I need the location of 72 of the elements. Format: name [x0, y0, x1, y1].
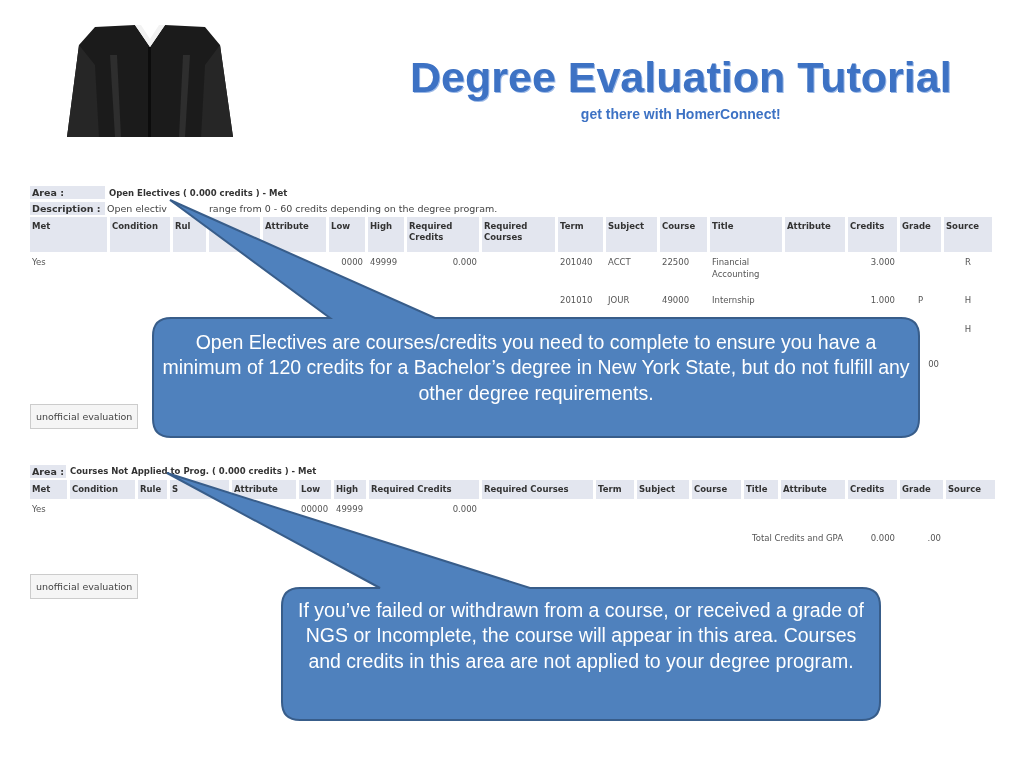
- area-label: Area :: [30, 186, 105, 199]
- table-cell: JOUR: [608, 295, 630, 305]
- description-text: Open electiv: [106, 203, 167, 214]
- unofficial-evaluation-button[interactable]: unofficial evaluation: [30, 573, 139, 599]
- column-header: Required Courses: [484, 221, 528, 243]
- column-header: Subject: [639, 483, 676, 494]
- table-cell: H: [964, 295, 972, 305]
- column-header: Condition: [112, 221, 158, 231]
- description-text: range from 0 - 60 credits depending on the degree program.: [207, 203, 498, 214]
- column-header: Required Courses: [484, 483, 569, 494]
- table-cell: 201040: [560, 257, 593, 267]
- table-cell: Financial Accounting: [712, 257, 760, 279]
- column-header: Term: [560, 221, 584, 231]
- table-cell: Yes: [32, 503, 46, 514]
- column-header: Met: [32, 483, 51, 494]
- column-header: Credits: [850, 483, 885, 494]
- column-header: Title: [746, 483, 768, 494]
- column-header: Course: [662, 221, 696, 231]
- column-header: Attribute: [234, 483, 278, 494]
- area-value: Open Electives ( 0.000 credits ) - Met: [108, 187, 288, 198]
- table-cell: 0.000: [452, 503, 477, 514]
- area-label: Area :: [30, 464, 66, 478]
- column-header: Rul: [175, 221, 191, 231]
- column-header: Subject: [608, 221, 645, 231]
- slide-title: Degree Evaluation Tutorial: [410, 53, 952, 102]
- table-cell: 0000: [341, 257, 363, 267]
- table-cell: 49999: [370, 257, 398, 267]
- table-cell: H: [964, 324, 972, 334]
- table-cell: R: [965, 257, 971, 267]
- column-header: Term: [598, 483, 622, 494]
- column-header: High: [336, 483, 359, 494]
- unofficial-evaluation-button[interactable]: unofficial evaluation: [30, 403, 139, 429]
- column-header: Grade: [902, 221, 931, 231]
- table-cell: Internship: [712, 295, 755, 305]
- table-cell: 22500: [662, 257, 690, 267]
- column-header: Source: [948, 483, 981, 494]
- column-header: Rule: [140, 483, 162, 494]
- column-header: Low: [331, 221, 351, 231]
- table-cell: 49000: [662, 295, 690, 305]
- table-cell: 3.000: [870, 257, 895, 267]
- column-header: Title: [712, 221, 734, 231]
- totals-label: Total Credits and GPA: [752, 532, 843, 543]
- column-header: Condition: [72, 483, 118, 494]
- table-cell: 00000: [301, 503, 329, 514]
- column-header: Course: [694, 483, 728, 494]
- column-header: Attribute: [787, 221, 831, 231]
- column-header: Attribute: [783, 483, 827, 494]
- table-cell: P: [917, 295, 924, 305]
- column-header: Met: [32, 221, 51, 231]
- callout-text: If you’ve failed or withdrawn from a course, or received a grade of NGS or Incomplete, the course will appear in this area. Courses and credits in this area are not applied to your degree program.: [297, 598, 865, 674]
- column-header: Low: [301, 483, 321, 494]
- column-header: S: [172, 483, 179, 494]
- column-header: Required Credits: [371, 483, 452, 494]
- column-header: Source: [946, 221, 979, 231]
- area-value: Courses Not Applied to Prog. ( 0.000 credits ) - Met: [69, 466, 317, 477]
- column-header: High: [370, 221, 393, 231]
- column-header: Attribute: [265, 221, 309, 231]
- column-header: Required Credits: [409, 221, 453, 243]
- column-header: Credits: [850, 221, 885, 231]
- table-cell: ACCT: [608, 257, 631, 267]
- table-cell: 0.000: [452, 257, 477, 267]
- total-gpa: 00: [928, 359, 939, 369]
- table-cell: 1.000: [870, 295, 895, 305]
- total-gpa: .00: [927, 532, 941, 543]
- callout-text: Open Electives are courses/credits you need to complete to ensure you have a minimum of 120 credits for a Bachelor’s degree in New York State, but do not fulfill any other degree requirements.: [161, 330, 911, 406]
- column-header: Grade: [902, 483, 931, 494]
- description-label: Description :: [30, 202, 105, 215]
- table-cell: Yes: [32, 257, 46, 267]
- table-cell: 49999: [336, 503, 364, 514]
- total-credits: 0.000: [870, 532, 895, 543]
- table-cell: 201010: [560, 295, 593, 305]
- slide-subtitle: get there with HomerConnect!: [580, 106, 781, 122]
